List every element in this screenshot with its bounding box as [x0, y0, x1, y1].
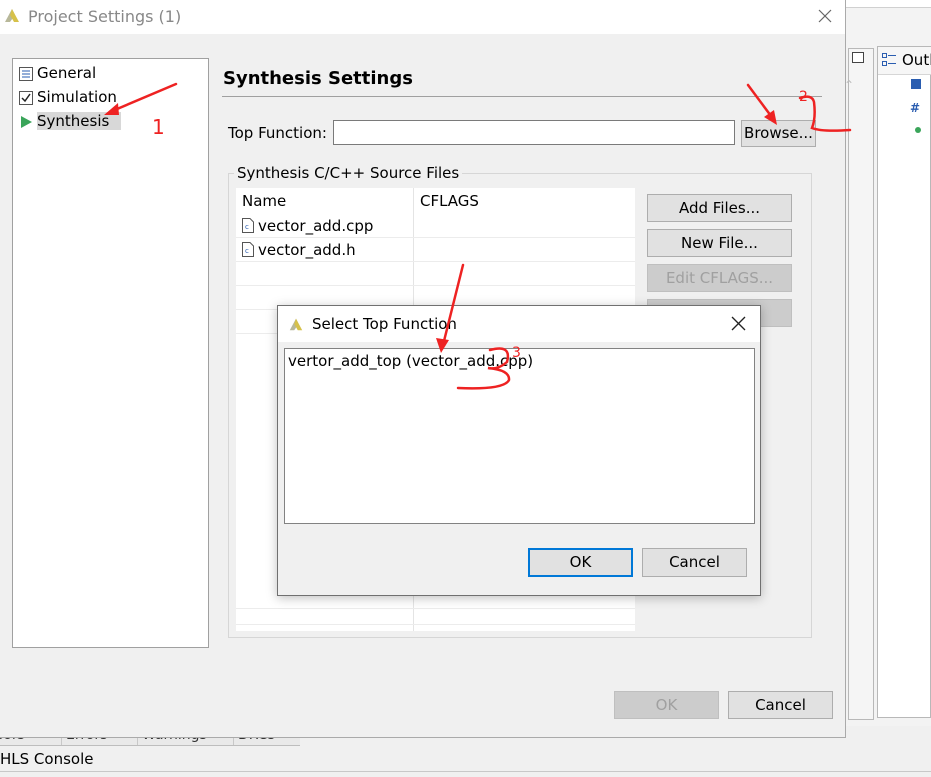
- cpp-file-icon: c: [242, 218, 254, 233]
- section-title: Synthesis Settings: [223, 68, 413, 89]
- row-divider: [236, 608, 635, 609]
- outline-tab-label: Outl: [902, 51, 931, 69]
- settings-nav-tree: General Simulation Synthesis: [12, 58, 209, 648]
- vivado-logo-icon: [289, 318, 303, 331]
- hls-console-label: HLS Console: [0, 750, 94, 768]
- settings-icon: [19, 67, 33, 81]
- outline-view: Outl #: [877, 46, 931, 718]
- svg-text:c: c: [245, 247, 249, 255]
- row-divider: [236, 624, 635, 625]
- checkbox-icon: [19, 91, 33, 105]
- file-name: vector_add.h: [258, 241, 356, 259]
- top-function-input[interactable]: [333, 120, 735, 145]
- sub-cancel-button[interactable]: Cancel: [642, 548, 747, 577]
- cancel-button[interactable]: Cancel: [728, 691, 833, 719]
- table-row[interactable]: c vector_add.h: [236, 238, 635, 262]
- close-icon[interactable]: [816, 7, 834, 25]
- outline-struct-icon: [911, 79, 921, 89]
- dialog-titlebar: Project Settings (1): [0, 0, 845, 34]
- svg-text:c: c: [245, 223, 249, 231]
- sub-dialog-title: Select Top Function: [312, 315, 457, 333]
- add-files-button[interactable]: Add Files...: [647, 194, 792, 222]
- edit-cflags-button[interactable]: Edit CFLAGS...: [647, 264, 792, 292]
- sub-ok-button[interactable]: OK: [528, 548, 633, 577]
- section-divider: [222, 96, 822, 97]
- table-row[interactable]: c vector_add.cpp: [236, 214, 635, 238]
- divider: [0, 771, 931, 772]
- sub-dialog-titlebar: Select Top Function: [278, 306, 760, 342]
- nav-label-general: General: [37, 64, 97, 82]
- maximize-icon[interactable]: [852, 52, 864, 63]
- dialog-title: Project Settings (1): [28, 7, 182, 26]
- play-icon: [21, 116, 32, 128]
- function-list: vertor_add_top (vector_add.cpp): [284, 348, 755, 524]
- row-divider: [236, 285, 635, 286]
- header-file-icon: c: [242, 242, 254, 257]
- column-header-cflags[interactable]: CFLAGS: [420, 192, 479, 210]
- nav-label-simulation: Simulation: [37, 88, 117, 106]
- file-name: vector_add.cpp: [258, 217, 374, 235]
- new-file-button[interactable]: New File...: [647, 229, 792, 257]
- outline-dot-icon: [915, 127, 921, 133]
- outline-tab[interactable]: Outl: [878, 47, 931, 75]
- minimized-view-panel: [848, 48, 874, 720]
- source-files-group-title: Synthesis C/C++ Source Files: [234, 164, 463, 182]
- select-top-function-dialog: Select Top Function vertor_add_top (vect…: [277, 305, 761, 596]
- ide-top-strip: [846, 0, 931, 8]
- nav-label-synthesis: Synthesis: [37, 112, 122, 130]
- function-list-item[interactable]: vertor_add_top (vector_add.cpp): [288, 352, 533, 370]
- outline-hash-icon: #: [910, 101, 921, 115]
- top-function-label: Top Function:: [228, 124, 327, 142]
- ok-button[interactable]: OK: [614, 691, 719, 719]
- browse-button[interactable]: Browse...: [741, 120, 816, 147]
- close-icon[interactable]: [730, 315, 747, 332]
- column-header-name[interactable]: Name: [242, 192, 286, 210]
- vivado-logo-icon: [5, 9, 19, 22]
- outline-icon: [882, 53, 896, 66]
